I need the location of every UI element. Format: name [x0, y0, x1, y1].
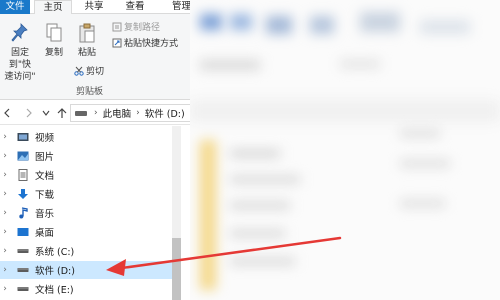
paste-shortcut-icon — [112, 38, 122, 48]
documents-icon — [16, 169, 30, 181]
blurred-folder-column — [200, 140, 216, 290]
navigation-pane: › 视频 › 图片 › 文档 › 下载 › 音乐 › 桌面 › 系统 (C:) › 软件 (D:) › 文档 (E… — [0, 126, 182, 300]
copy-label: 复制 — [44, 48, 63, 58]
nav-tree-label: 软件 (D:) — [35, 266, 75, 277]
breadcrumb-this-pc[interactable]: 此电脑 — [103, 106, 132, 120]
copy-path-button[interactable]: 复制路径 — [112, 22, 160, 34]
ribbon-tab-bar: 文件 主页 共享 查看 管理 — [0, 0, 191, 14]
blurred-block — [230, 150, 280, 157]
nav-tree-item[interactable]: › 系统 (C:) — [0, 242, 172, 260]
paste-shortcut-label: 粘贴快捷方式 — [124, 39, 179, 49]
nav-tree-item[interactable]: › 音乐 — [0, 204, 172, 222]
drive-icon — [16, 245, 30, 257]
back-button[interactable] — [2, 106, 14, 120]
ribbon-home: 固定到"快 速访问" 复制 粘贴 复制路径 粘贴快捷方式 剪切 剪贴板 — [0, 14, 190, 100]
chevron-right-icon[interactable]: › — [0, 132, 10, 142]
nav-tree-item[interactable]: › 图片 — [0, 147, 172, 165]
arrow-right-icon — [26, 108, 32, 118]
blurred-icon — [266, 16, 292, 34]
nav-tree-item[interactable]: › 文档 — [0, 166, 172, 184]
desktop-icon — [16, 226, 30, 238]
file-list-area[interactable] — [190, 0, 500, 300]
blurred-block — [230, 202, 290, 209]
blurred-block — [190, 100, 500, 122]
chevron-right-icon[interactable]: › — [0, 284, 10, 294]
nav-tree-item[interactable]: › 文档 (E:) — [0, 280, 172, 298]
drive-icon — [16, 283, 30, 295]
blurred-block — [400, 200, 445, 207]
nav-tree-item[interactable]: › 视频 — [0, 128, 172, 146]
nav-tree-item[interactable]: › 软件 (D:) — [0, 261, 172, 279]
nav-tree-label: 文档 — [35, 171, 55, 182]
nav-tree-item[interactable]: › 下载 — [0, 185, 172, 203]
pin-to-quick-access-button[interactable]: 固定到"快 速访问" — [0, 22, 40, 83]
scrollbar-thumb[interactable] — [172, 238, 181, 300]
tab-home[interactable]: 主页 — [34, 0, 72, 14]
blurred-icon — [230, 14, 252, 30]
cut-button[interactable]: 剪切 — [74, 66, 104, 78]
blurred-icon — [360, 12, 400, 32]
paste-icon — [79, 23, 95, 43]
arrow-up-icon — [57, 108, 67, 118]
nav-tree-label: 音乐 — [35, 209, 55, 220]
tab-file[interactable]: 文件 — [0, 0, 30, 14]
blurred-block — [230, 176, 300, 183]
pin-icon — [11, 23, 28, 42]
recent-locations-button[interactable] — [40, 106, 52, 120]
pictures-icon — [16, 150, 30, 162]
paste-label: 粘贴 — [77, 48, 96, 58]
blurred-icon — [310, 16, 334, 34]
drive-icon — [75, 110, 87, 116]
nav-tree-label: 图片 — [35, 152, 55, 163]
chevron-right-icon[interactable]: › — [0, 151, 10, 161]
blurred-block — [230, 258, 295, 265]
nav-tree-label: 系统 (C:) — [35, 247, 75, 258]
drive-icon — [16, 264, 30, 276]
nav-tree-label: 下载 — [35, 190, 55, 201]
copy-path-icon — [112, 22, 122, 32]
nav-tree-label: 桌面 — [35, 228, 55, 239]
downloads-icon — [16, 188, 30, 200]
music-icon — [16, 207, 30, 219]
blurred-block — [400, 130, 440, 137]
nav-tree-item[interactable]: › 桌面 — [0, 223, 172, 241]
pin-label-line2: 速访问" — [4, 72, 36, 82]
arrow-left-icon — [4, 108, 10, 118]
blurred-block — [340, 60, 380, 68]
chevron-right-icon[interactable]: › — [0, 170, 10, 180]
chevron-right-icon[interactable]: › — [0, 265, 10, 275]
pin-label-line1: 固定到"快 — [8, 48, 32, 70]
cut-label: 剪切 — [86, 67, 105, 77]
blurred-block — [420, 20, 470, 34]
nav-tree-label: 视频 — [35, 133, 55, 144]
video-icon — [16, 131, 30, 143]
tab-share[interactable]: 共享 — [80, 0, 108, 14]
forward-button[interactable] — [22, 106, 34, 120]
copy-path-label: 复制路径 — [124, 23, 161, 33]
address-bar[interactable]: › 此电脑 › 软件 (D:) — [70, 104, 200, 122]
scissors-icon — [74, 66, 84, 76]
blurred-block — [200, 60, 260, 70]
blurred-block — [230, 230, 285, 237]
copy-button[interactable]: 复制 — [42, 22, 66, 59]
chevron-right-icon[interactable]: › — [0, 189, 10, 199]
chevron-right-icon[interactable]: › — [0, 208, 10, 218]
tab-view[interactable]: 查看 — [120, 0, 150, 14]
paste-shortcut-button[interactable]: 粘贴快捷方式 — [112, 38, 178, 50]
clipboard-group-label: 剪贴板 — [76, 87, 104, 97]
paste-button[interactable]: 粘贴 — [74, 22, 100, 59]
copy-icon — [46, 23, 62, 42]
navigation-bar: › 此电脑 › 软件 (D:) — [0, 101, 200, 125]
breadcrumb-separator: › — [94, 108, 98, 118]
up-button[interactable] — [56, 106, 68, 120]
chevron-right-icon[interactable]: › — [0, 246, 10, 256]
chevron-right-icon[interactable]: › — [0, 227, 10, 237]
nav-tree-label: 文档 (E:) — [35, 285, 74, 296]
breadcrumb-separator: › — [136, 108, 140, 118]
chevron-down-icon — [42, 110, 50, 116]
breadcrumb-drive-d[interactable]: 软件 (D:) — [145, 106, 185, 120]
blurred-icon — [200, 14, 222, 30]
blurred-block — [400, 160, 450, 167]
